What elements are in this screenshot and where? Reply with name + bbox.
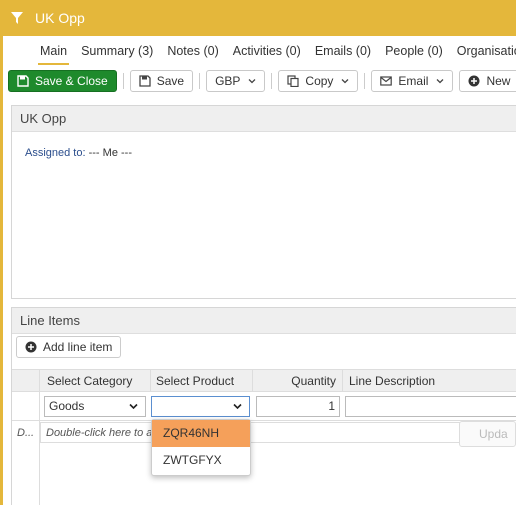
currency-label: GBP [215,74,241,88]
save-close-label: Save & Close [35,74,108,88]
column-header-quantity[interactable]: Quantity [252,370,342,392]
chevron-down-icon [129,403,138,410]
toolbar-separator [271,73,273,89]
tab-notes[interactable]: Notes (0) [160,36,225,66]
tab-bar: Main Summary (3) Notes (0) Activities (0… [3,36,516,66]
product-select[interactable] [151,396,250,417]
dropdown-option[interactable]: ZQR46NH [152,420,250,447]
toolbar-separator [199,73,201,89]
tab-organisations[interactable]: Organisations [450,36,516,66]
product-dropdown-list: ZQR46NH ZWTGFYX [151,419,251,476]
window-title: UK Opp [35,10,85,26]
new-label: New [486,74,511,88]
category-select[interactable]: Goods [44,396,146,417]
quantity-value: 1 [328,399,335,413]
copy-label: Copy [305,74,334,88]
grid-header: Select Category Select Product Quantity … [12,369,516,392]
window-left-border [0,36,3,505]
assigned-to-label: Assigned to: [25,147,86,159]
assigned-to-value[interactable]: --- Me --- [89,147,132,159]
tab-people[interactable]: People (0) [378,36,450,66]
details-header: UK Opp [12,106,516,132]
line-items-header: Line Items [12,308,516,334]
quantity-input[interactable]: 1 [256,396,340,417]
chevron-down-icon [233,403,242,410]
new-button[interactable]: New [459,70,516,92]
column-header-category[interactable]: Select Category [39,370,150,392]
assigned-to: Assigned to: --- Me --- [25,147,132,159]
save-icon [139,75,151,87]
chevron-down-icon [248,79,256,84]
filter-icon [11,12,23,24]
tab-emails[interactable]: Emails (0) [308,36,378,66]
toolbar: Save & Close Save GBP Copy Email New D [3,66,516,96]
details-panel: UK Opp Assigned to: --- Me --- [11,105,516,299]
save-label: Save [156,74,185,88]
new-row-hint[interactable]: Double-click here to ad [46,427,159,439]
chevron-down-icon [341,79,349,84]
copy-button[interactable]: Copy [278,70,359,92]
tab-activities[interactable]: Activities (0) [226,36,308,66]
toolbar-separator [364,73,366,89]
save-close-button[interactable]: Save & Close [8,70,117,92]
plus-circle-icon [25,341,37,353]
dropdown-option[interactable]: ZWTGFYX [152,447,250,474]
save-icon [17,75,29,87]
update-button[interactable]: Upda [459,421,516,447]
envelope-icon [380,76,393,86]
add-line-item-label: Add line item [43,340,113,354]
window-titlebar: UK Opp [0,0,516,36]
copy-icon [287,75,300,87]
add-line-item-button[interactable]: Add line item [16,336,122,358]
save-button[interactable]: Save [129,70,194,92]
chevron-down-icon [436,79,444,84]
column-header-description[interactable]: Line Description [342,370,516,392]
tab-summary[interactable]: Summary (3) [74,36,160,66]
currency-dropdown[interactable]: GBP [206,70,266,92]
new-row-marker: D... [17,427,35,439]
column-header-product[interactable]: Select Product [150,370,252,392]
plus-circle-icon [468,75,480,87]
table-row: Goods 1 [12,392,516,421]
email-label: Email [398,74,429,88]
line-items-panel: Line Items Add line item Select Category… [11,307,516,505]
toolbar-separator [122,73,124,89]
tab-main[interactable]: Main [33,36,74,66]
category-value: Goods [49,399,85,413]
email-button[interactable]: Email [371,70,454,92]
line-description-input[interactable] [345,396,516,417]
